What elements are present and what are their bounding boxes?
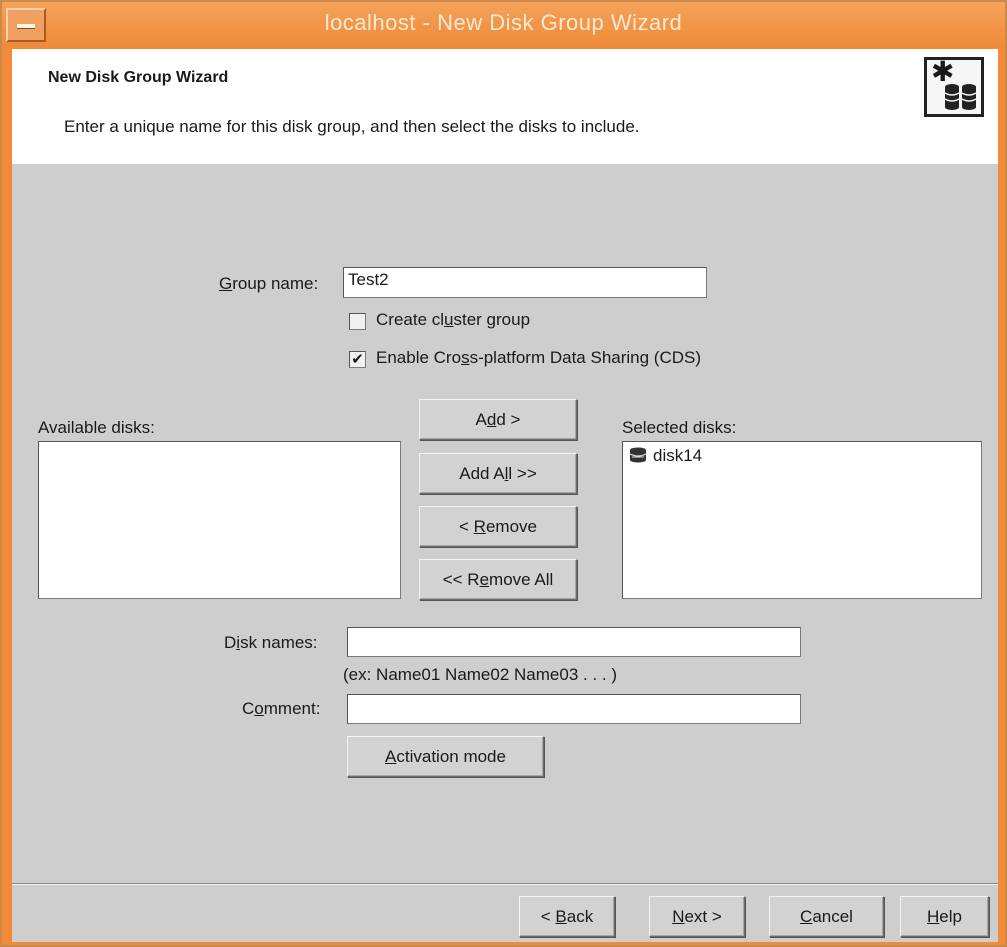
title-bar[interactable]: localhost - New Disk Group Wizard	[2, 2, 1005, 48]
checkmark-icon: ✔	[351, 351, 364, 368]
available-disks-label: Available disks:	[38, 418, 155, 437]
remove-button[interactable]: < Remove	[419, 506, 577, 547]
disk-names-hint: (ex: Name01 Name02 Name03 . . . )	[343, 665, 618, 684]
wizard-content: Group name: Test2 Create cluster group ✔…	[12, 164, 998, 886]
wizard-title: New Disk Group Wizard	[48, 69, 229, 86]
disk-item-label: disk14	[653, 446, 703, 465]
selected-disks-label: Selected disks:	[622, 418, 737, 437]
wizard-header: New Disk Group Wizard Enter a unique nam…	[12, 49, 998, 164]
create-cluster-group-checkbox[interactable]	[349, 313, 366, 330]
next-button[interactable]: Next >	[649, 896, 745, 937]
comment-label: Comment:	[242, 699, 321, 718]
back-button[interactable]: < Back	[519, 896, 615, 937]
comment-input[interactable]	[347, 694, 801, 724]
enable-cds-checkbox[interactable]: ✔	[349, 351, 366, 368]
add-button[interactable]: Add >	[419, 399, 577, 440]
wizard-window: localhost - New Disk Group Wizard New Di…	[0, 0, 1007, 947]
wizard-footer: < Back Next > Cancel Help	[12, 886, 998, 942]
help-button[interactable]: Help	[900, 896, 989, 937]
window-title: localhost - New Disk Group Wizard	[324, 10, 683, 35]
list-item[interactable]: disk14	[629, 446, 702, 466]
disk-icon	[629, 447, 647, 463]
add-all-button[interactable]: Add All >>	[419, 453, 577, 494]
footer-separator	[12, 883, 998, 885]
group-name-input[interactable]: Test2	[343, 267, 707, 298]
create-cluster-group-label[interactable]: Create cluster group	[376, 310, 530, 330]
selected-disks-list[interactable]: disk14	[622, 441, 982, 599]
disk-names-label: Disk names:	[224, 633, 318, 652]
wizard-description: Enter a unique name for this disk group,…	[64, 117, 640, 136]
available-disks-list[interactable]	[38, 441, 401, 599]
activation-mode-button[interactable]: Activation mode	[347, 736, 544, 777]
disk-group-wizard-icon: ✱	[924, 57, 984, 117]
disk-names-input[interactable]	[347, 627, 801, 657]
remove-all-button[interactable]: << Remove All	[419, 559, 577, 600]
group-name-label: Group name:	[219, 274, 319, 293]
enable-cds-label[interactable]: Enable Cross-platform Data Sharing (CDS)	[376, 348, 701, 368]
disk-stack-icon	[944, 84, 977, 110]
cancel-button[interactable]: Cancel	[769, 896, 884, 937]
